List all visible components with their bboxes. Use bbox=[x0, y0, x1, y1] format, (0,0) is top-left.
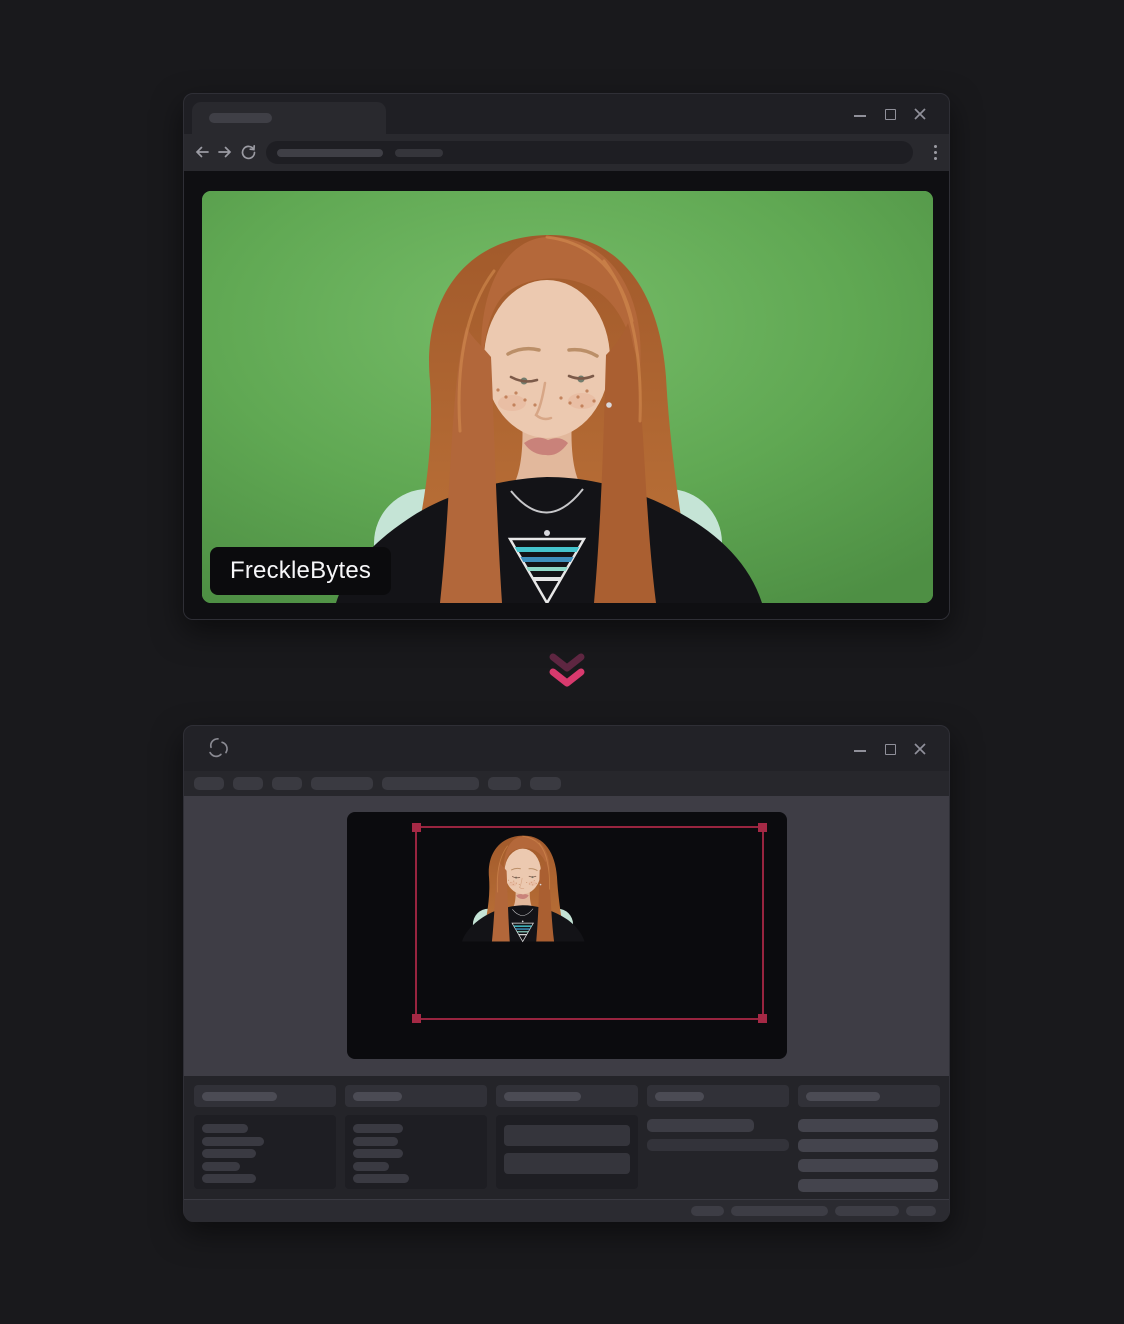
dock-transitions-rows bbox=[647, 1115, 789, 1151]
url-text-placeholder bbox=[395, 149, 443, 157]
dock-mixer bbox=[496, 1085, 638, 1199]
dock-title-placeholder bbox=[202, 1092, 277, 1101]
back-arrow-icon[interactable] bbox=[194, 144, 210, 160]
status-item-placeholder bbox=[691, 1206, 724, 1216]
dock-controls bbox=[798, 1085, 940, 1199]
dock-sources-header[interactable] bbox=[345, 1085, 487, 1107]
dock-sources-list bbox=[345, 1115, 487, 1189]
list-item-placeholder[interactable] bbox=[353, 1162, 389, 1171]
status-item-placeholder bbox=[906, 1206, 936, 1216]
preview-area bbox=[184, 796, 949, 1076]
status-item-placeholder bbox=[731, 1206, 828, 1216]
control-button-placeholder[interactable] bbox=[798, 1139, 938, 1152]
menu-item-placeholder[interactable] bbox=[233, 777, 263, 790]
selection-handle-top-left[interactable] bbox=[412, 823, 421, 832]
list-item-placeholder[interactable] bbox=[353, 1149, 403, 1158]
list-item-placeholder[interactable] bbox=[202, 1149, 256, 1158]
row-placeholder[interactable] bbox=[647, 1139, 789, 1151]
dock-title-placeholder bbox=[806, 1092, 880, 1101]
dock-sources bbox=[345, 1085, 487, 1199]
list-item-placeholder[interactable] bbox=[202, 1162, 240, 1171]
list-item-placeholder[interactable] bbox=[202, 1124, 248, 1133]
dock-sources-body bbox=[345, 1115, 487, 1189]
selection-handle-bottom-left[interactable] bbox=[412, 1014, 421, 1023]
dock-scenes-body bbox=[194, 1115, 336, 1189]
dock-mixer-blocks bbox=[496, 1115, 638, 1189]
control-button-placeholder[interactable] bbox=[798, 1159, 938, 1172]
page-background: FreckleBytes bbox=[0, 0, 1124, 1324]
dock-mixer-header[interactable] bbox=[496, 1085, 638, 1107]
dock-controls-header[interactable] bbox=[798, 1085, 940, 1107]
source-selection-box[interactable] bbox=[415, 826, 764, 1020]
dock-scenes-header[interactable] bbox=[194, 1085, 336, 1107]
selection-handle-top-right[interactable] bbox=[758, 823, 767, 832]
control-button-placeholder[interactable] bbox=[798, 1179, 938, 1192]
browser-window: FreckleBytes bbox=[183, 93, 950, 620]
close-button[interactable] bbox=[913, 107, 927, 121]
menu-item-placeholder[interactable] bbox=[488, 777, 521, 790]
address-bar[interactable] bbox=[266, 141, 913, 164]
dock-scenes bbox=[194, 1085, 336, 1199]
browser-viewport: FreckleBytes bbox=[184, 171, 949, 619]
maximize-button[interactable] bbox=[883, 742, 897, 756]
app-titlebar bbox=[184, 726, 949, 771]
list-item-placeholder[interactable] bbox=[353, 1137, 398, 1146]
refresh-icon[interactable] bbox=[240, 144, 257, 161]
dock-panels bbox=[184, 1076, 949, 1199]
dock-controls-buttons bbox=[798, 1115, 940, 1192]
url-text-placeholder bbox=[277, 149, 383, 157]
list-item-placeholder[interactable] bbox=[202, 1174, 256, 1183]
menu-item-placeholder[interactable] bbox=[194, 777, 224, 790]
list-item-placeholder[interactable] bbox=[202, 1137, 264, 1146]
menu-item-placeholder[interactable] bbox=[382, 777, 479, 790]
menu-item-placeholder[interactable] bbox=[311, 777, 373, 790]
dock-scenes-list bbox=[194, 1115, 336, 1189]
minimize-button[interactable] bbox=[853, 107, 867, 121]
dock-transitions-body bbox=[647, 1115, 789, 1189]
dock-title-placeholder bbox=[655, 1092, 704, 1101]
webcam-video-greenscreen: FreckleBytes bbox=[202, 191, 933, 603]
browser-menu-icon[interactable] bbox=[934, 145, 938, 163]
app-menu-bar bbox=[184, 771, 949, 796]
menu-item-placeholder[interactable] bbox=[530, 777, 561, 790]
browser-window-controls bbox=[853, 94, 927, 134]
list-item-placeholder[interactable] bbox=[353, 1174, 409, 1183]
maximize-button[interactable] bbox=[883, 107, 897, 121]
dock-title-placeholder bbox=[353, 1092, 402, 1101]
browser-toolbar bbox=[184, 134, 949, 171]
tab-title-placeholder bbox=[209, 113, 272, 123]
mixer-channel-placeholder[interactable] bbox=[504, 1153, 630, 1174]
dock-transitions-header[interactable] bbox=[647, 1085, 789, 1107]
preview-canvas bbox=[347, 812, 787, 1059]
app-logo-spiral-icon bbox=[206, 736, 230, 760]
selection-handle-bottom-right[interactable] bbox=[758, 1014, 767, 1023]
app-window-controls bbox=[853, 726, 927, 771]
status-item-placeholder bbox=[835, 1206, 899, 1216]
list-item-placeholder[interactable] bbox=[353, 1124, 403, 1133]
video-watermark-label: FreckleBytes bbox=[210, 547, 391, 595]
dock-mixer-body bbox=[496, 1115, 638, 1189]
dock-controls-body bbox=[798, 1115, 940, 1189]
browser-tab[interactable] bbox=[192, 102, 386, 134]
streaming-app-window bbox=[183, 725, 950, 1221]
dock-title-placeholder bbox=[504, 1092, 581, 1101]
minimize-button[interactable] bbox=[853, 742, 867, 756]
dock-transitions bbox=[647, 1085, 789, 1199]
control-button-placeholder[interactable] bbox=[798, 1119, 938, 1132]
app-status-bar bbox=[184, 1199, 949, 1222]
menu-item-placeholder[interactable] bbox=[272, 777, 302, 790]
close-button[interactable] bbox=[913, 742, 927, 756]
double-chevron-down-icon bbox=[545, 650, 589, 696]
mixer-channel-placeholder[interactable] bbox=[504, 1125, 630, 1146]
forward-arrow-icon[interactable] bbox=[217, 144, 233, 160]
row-placeholder[interactable] bbox=[647, 1119, 754, 1132]
